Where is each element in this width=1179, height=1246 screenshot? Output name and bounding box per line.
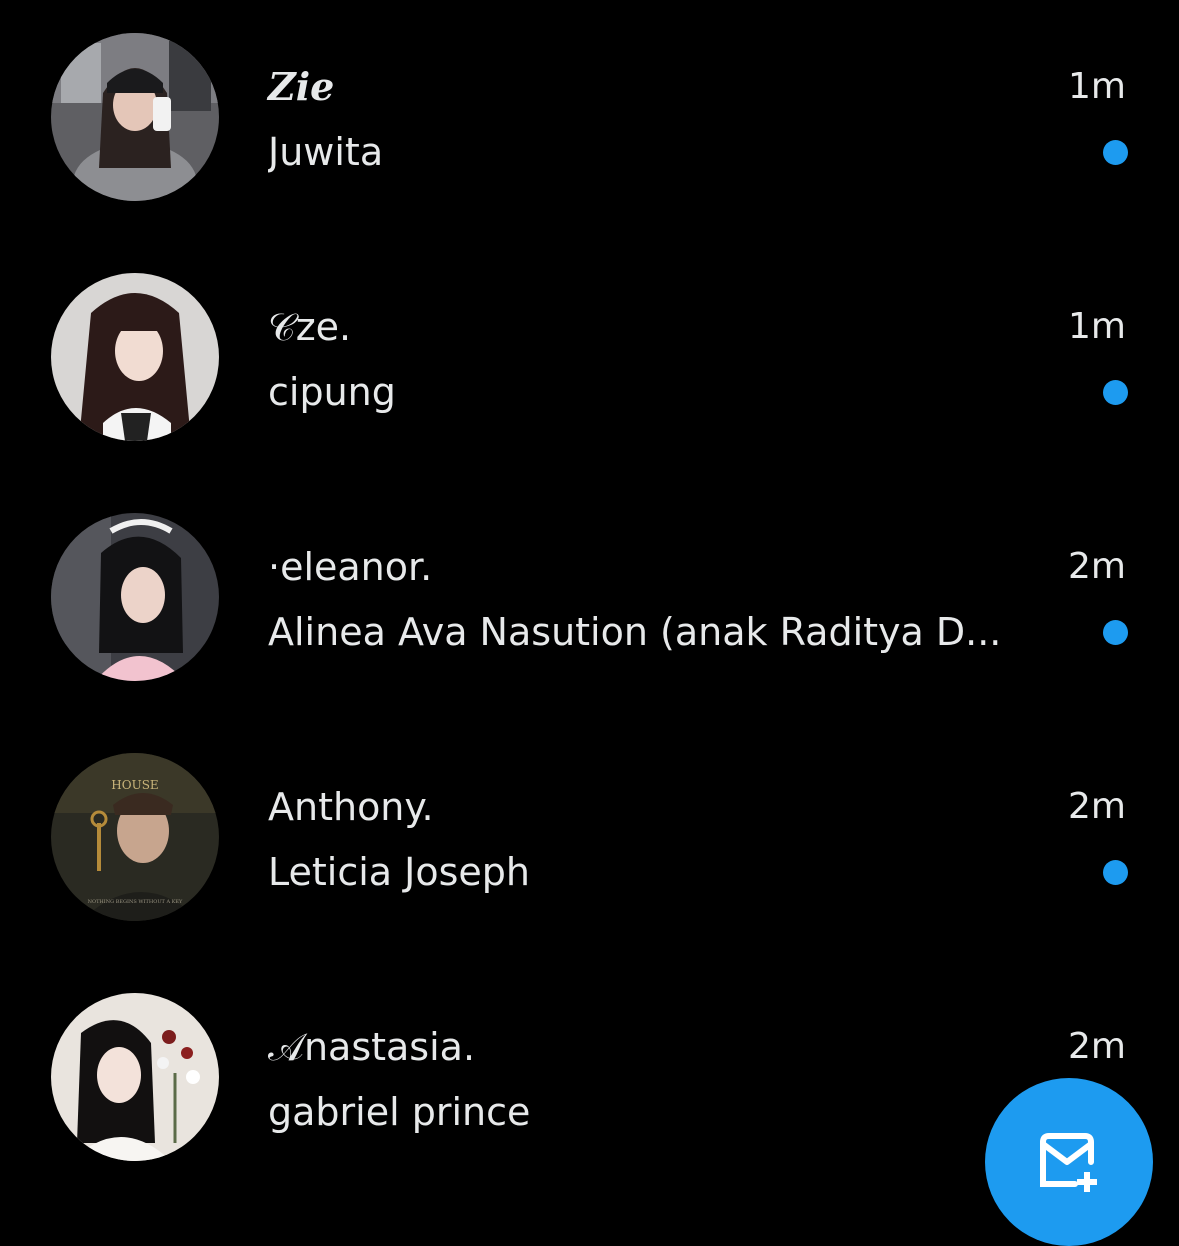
unread-dot-icon [1103,620,1128,645]
conversation-time: 1m [1068,66,1126,107]
new-message-icon [1035,1132,1105,1196]
avatar[interactable] [51,33,219,201]
conversation-preview: gabriel prince [268,1090,531,1134]
conversation-row[interactable]: Zie 1m Juwita [0,0,1179,240]
conversation-preview: Alinea Ava Nasution (anak Raditya D... [268,610,1002,654]
conversation-preview: Leticia Joseph [268,850,530,894]
conversation-time: 2m [1068,1026,1126,1067]
conversation-time: 1m [1068,306,1126,347]
avatar[interactable] [51,993,219,1161]
conversation-preview: Juwita [268,130,384,174]
conversation-name: 𝒞ze. [268,305,352,349]
conversation-row[interactable]: 𝒞ze. 1m cipung [0,240,1179,480]
avatar[interactable]: HOUSE NOTHING BEGINS WITHOUT A KEY [51,753,219,921]
conversation-name: ·eleanor. [268,545,433,589]
conversation-preview: cipung [268,370,396,414]
new-message-button[interactable] [985,1078,1153,1246]
conversation-name: 𝒜nastasia. [268,1025,476,1069]
conversation-row[interactable]: HOUSE NOTHING BEGINS WITHOUT A KEY Antho… [0,720,1179,960]
unread-dot-icon [1103,140,1128,165]
poster-tagline: NOTHING BEGINS WITHOUT A KEY [88,899,183,905]
conversation-time: 2m [1068,546,1126,587]
conversation-time: 2m [1068,786,1126,827]
conversation-name: Zie [268,64,335,109]
unread-dot-icon [1103,380,1128,405]
avatar[interactable] [51,273,219,441]
conversation-name: Anthony. [268,785,434,829]
poster-title: HOUSE [111,778,158,792]
avatar[interactable] [51,513,219,681]
conversation-row[interactable]: ·eleanor. 2m Alinea Ava Nasution (anak R… [0,480,1179,720]
unread-dot-icon [1103,860,1128,885]
